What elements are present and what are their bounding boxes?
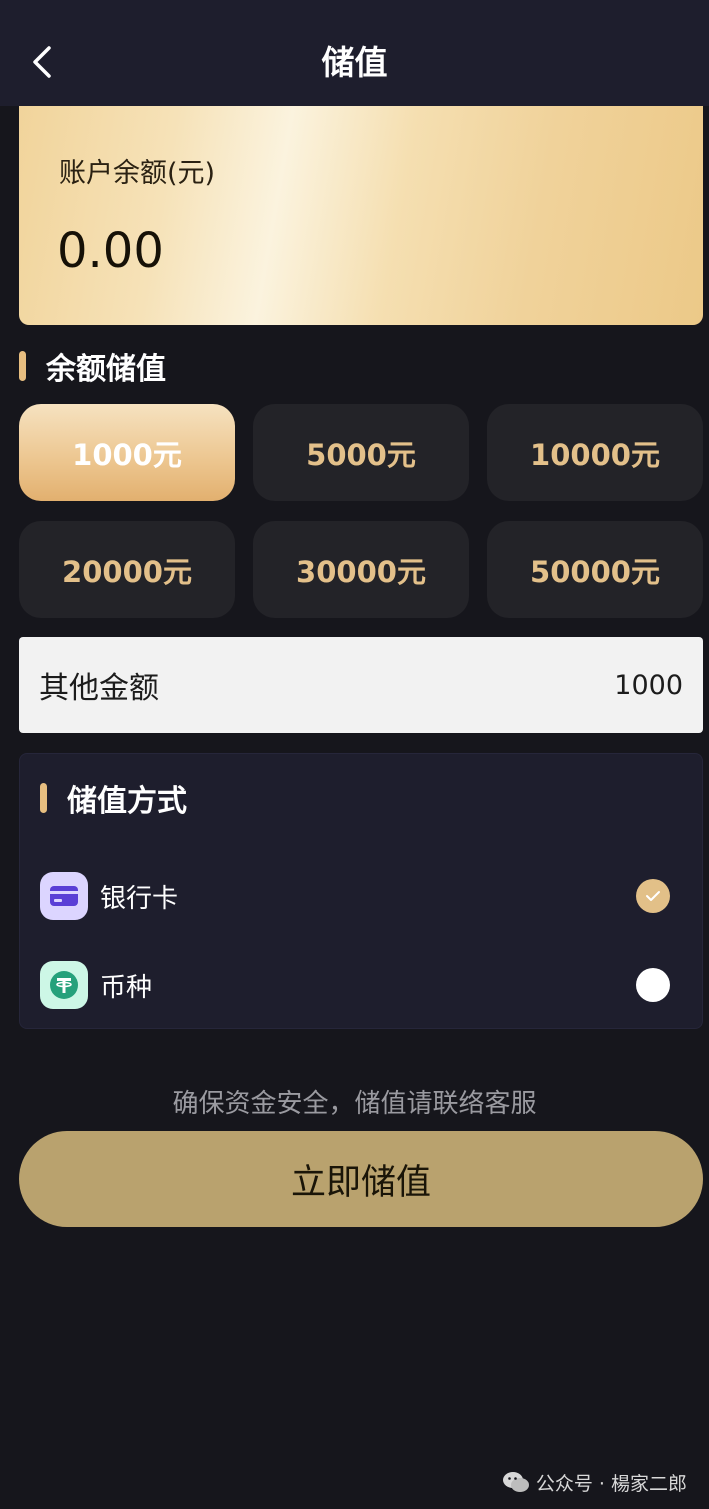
top-bar: 储值 bbox=[0, 0, 709, 106]
balance-value: 0.00 bbox=[57, 223, 164, 279]
payment-section-title: 储值方式 bbox=[40, 776, 187, 820]
payment-option-coin[interactable]: 币种 bbox=[40, 960, 670, 1010]
bank-card-icon bbox=[40, 872, 88, 920]
amount-option-10000[interactable]: 10000元 bbox=[487, 404, 703, 501]
checkmark-icon bbox=[646, 891, 660, 901]
balance-label: 账户余额(元) bbox=[59, 158, 216, 189]
wechat-icon bbox=[502, 1472, 529, 1492]
recharge-now-button[interactable]: 立即储值 bbox=[19, 1131, 703, 1227]
page-title: 储值 bbox=[321, 43, 388, 82]
safety-notice: 确保资金安全，储值请联络客服 bbox=[172, 1089, 537, 1119]
recharge-section-title: 余额储值 bbox=[19, 344, 166, 388]
watermark-text: 公众号 · 楊家二郎 bbox=[535, 1472, 687, 1495]
amount-option-5000[interactable]: 5000元 bbox=[253, 404, 469, 501]
payment-method-panel: 储值方式 银行卡 币种 bbox=[19, 753, 703, 1029]
radio-checked[interactable] bbox=[636, 879, 670, 913]
amount-option-20000[interactable]: 20000元 bbox=[19, 521, 235, 618]
recharge-section-label: 余额储值 bbox=[46, 352, 166, 387]
balance-card: 账户余额(元) 0.00 bbox=[19, 106, 703, 325]
section-accent-bar bbox=[40, 783, 47, 813]
radio-unchecked[interactable] bbox=[636, 968, 670, 1002]
tether-coin-icon bbox=[40, 961, 88, 1009]
other-amount-row: 其他金额 bbox=[19, 637, 703, 733]
recharge-page: 储值 账户余额(元) 0.00 余额储值 1000元 5000元 10000元 … bbox=[0, 0, 709, 1509]
payment-option-label: 币种 bbox=[100, 972, 153, 1003]
other-amount-input[interactable] bbox=[443, 669, 683, 701]
payment-option-label: 银行卡 bbox=[100, 883, 179, 914]
section-accent-bar bbox=[19, 351, 26, 381]
amount-option-30000[interactable]: 30000元 bbox=[253, 521, 469, 618]
amount-option-50000[interactable]: 50000元 bbox=[487, 521, 703, 618]
payment-section-label: 储值方式 bbox=[67, 784, 187, 819]
other-amount-label: 其他金额 bbox=[39, 671, 159, 706]
watermark: 公众号 · 楊家二郎 bbox=[502, 1467, 687, 1497]
amount-option-1000[interactable]: 1000元 bbox=[19, 404, 235, 501]
payment-option-bank-card[interactable]: 银行卡 bbox=[40, 871, 670, 921]
